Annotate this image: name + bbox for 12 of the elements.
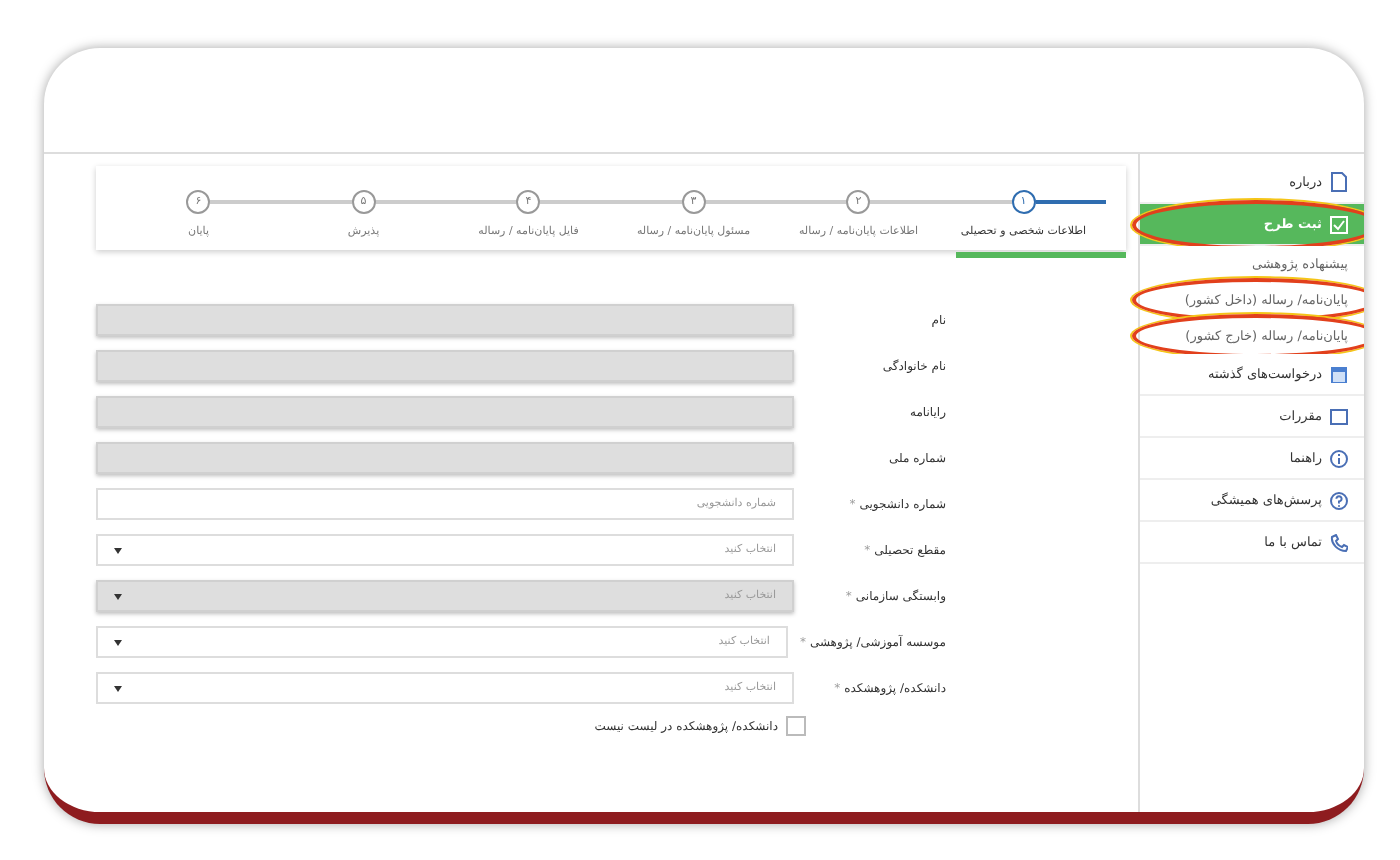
- checkbox-icon: [1330, 215, 1348, 233]
- document-icon: [1330, 172, 1348, 192]
- caret-icon: [114, 639, 122, 645]
- checkbox[interactable]: [786, 716, 806, 736]
- caret-icon: [114, 547, 122, 553]
- calendar-icon: [1330, 365, 1348, 383]
- question-icon: [1330, 491, 1348, 509]
- info-icon: [1330, 449, 1348, 467]
- document-icon: [1330, 407, 1348, 425]
- caret-icon: [114, 593, 122, 599]
- phone-icon: [1330, 533, 1348, 551]
- caret-icon: [114, 685, 122, 691]
